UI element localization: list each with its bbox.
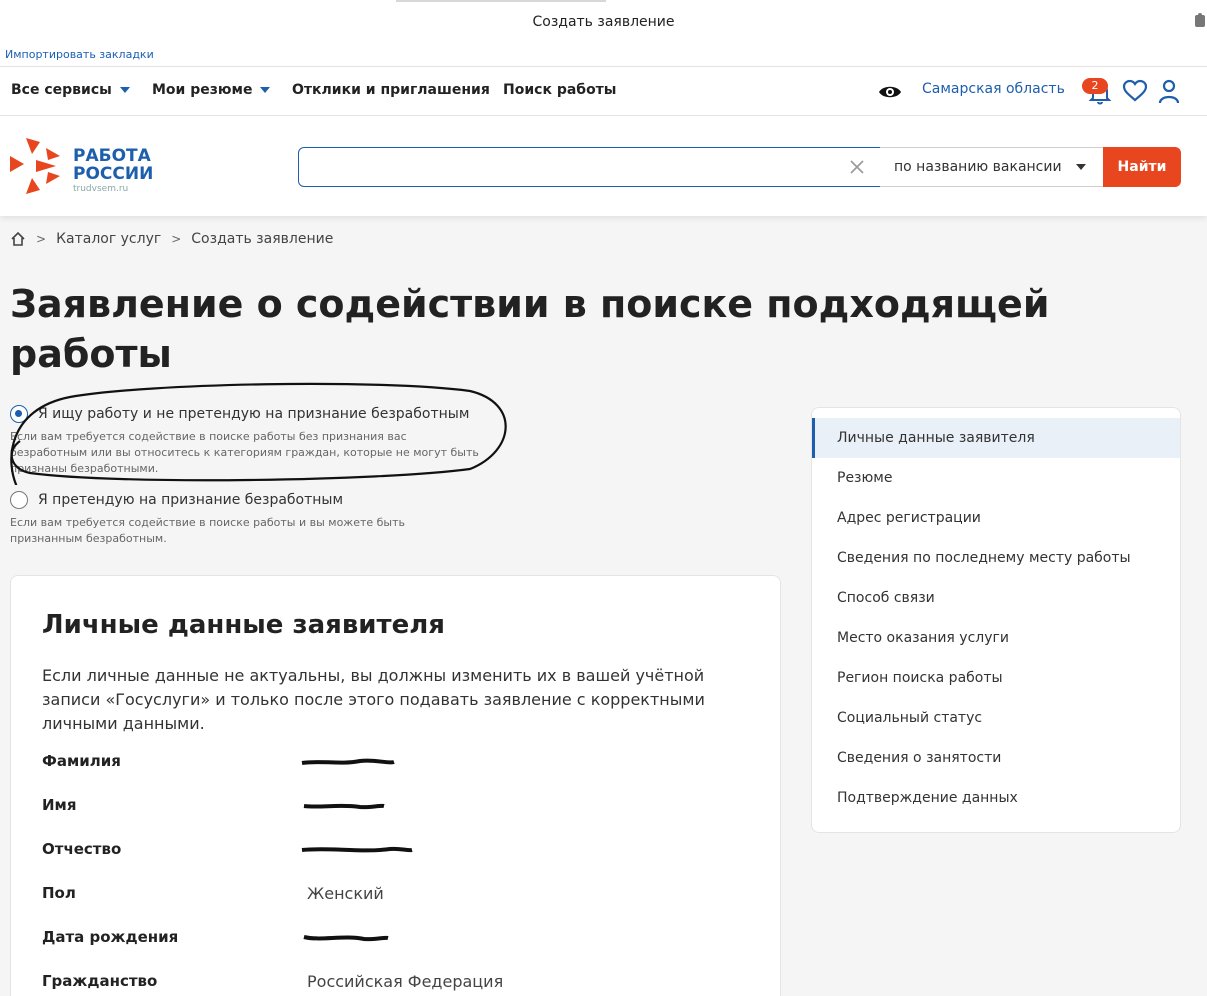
sidenav-item-service-location[interactable]: Место оказания услуги	[812, 618, 1180, 658]
rabota-rossii-logo-icon[interactable]	[10, 138, 64, 194]
breadcrumb-separator: >	[171, 232, 182, 246]
nav-my-resumes-label: Мои резюме	[152, 82, 253, 98]
field-gender: Пол Женский	[42, 884, 742, 908]
field-value: Женский	[307, 884, 384, 903]
page-title: Заявление о содействии в поиске подходящ…	[10, 282, 1050, 376]
chevron-down-icon	[119, 87, 130, 93]
redaction-scribble	[301, 758, 395, 765]
redaction-scribble	[303, 803, 385, 810]
field-citizenship: Гражданство Российская Федерация	[42, 972, 742, 996]
field-name: Имя	[42, 796, 742, 820]
home-icon[interactable]	[10, 231, 26, 247]
field-patronymic: Отчество	[42, 840, 742, 864]
search-type-value: по названию вакансии	[894, 159, 1062, 175]
breadcrumb: > Каталог услуг > Создать заявление	[10, 231, 333, 247]
browser-chrome: Создать заявление Импортировать закладки	[0, 0, 1207, 67]
search-input[interactable]	[309, 156, 829, 178]
notifications-badge: 2	[1082, 78, 1108, 94]
nav-all-services-label: Все сервисы	[11, 82, 112, 98]
option-label: Я ищу работу и не претендую на признание…	[38, 406, 470, 422]
import-bookmarks-link[interactable]: Импортировать закладки	[5, 48, 154, 61]
option-hint: Если вам требуется содействие в поиске р…	[10, 430, 479, 475]
heart-icon[interactable]	[1122, 79, 1148, 103]
option-not-unemployed[interactable]: Я ищу работу и не претендую на признание…	[10, 405, 530, 423]
search-box[interactable]	[298, 147, 882, 187]
redaction-scribble	[303, 935, 389, 942]
field-label: Дата рождения	[42, 928, 179, 946]
section-title: Личные данные заявителя	[42, 610, 445, 640]
eye-icon[interactable]	[878, 83, 902, 101]
field-birth-date: Дата рождения	[42, 928, 742, 952]
nav-job-search[interactable]: Поиск работы	[503, 82, 616, 98]
field-label: Отчество	[42, 840, 122, 858]
personal-data-card: Личные данные заявителя Если личные данн…	[10, 575, 781, 996]
radio-button-checked[interactable]	[10, 405, 28, 423]
chevron-down-icon	[1075, 164, 1086, 170]
field-surname: Фамилия	[42, 752, 742, 776]
nav-all-services[interactable]: Все сервисы	[11, 82, 130, 98]
user-icon[interactable]	[1157, 78, 1181, 104]
region-selector[interactable]: Самарская область	[922, 81, 1065, 97]
sidenav-item-registration-address[interactable]: Адрес регистрации	[812, 498, 1180, 538]
search-type-select[interactable]: по названию вакансии	[880, 147, 1104, 187]
tab-strip	[396, 0, 606, 2]
site-header: РАБОТА РОССИИ trudvsem.ru по названию ва…	[0, 116, 1207, 216]
breadcrumb-current: Создать заявление	[191, 231, 334, 247]
sidenav-item-search-region[interactable]: Регион поиска работы	[812, 658, 1180, 698]
field-label: Гражданство	[42, 972, 158, 990]
breadcrumb-separator: >	[36, 232, 47, 246]
field-label: Имя	[42, 796, 77, 814]
window-title: Создать заявление	[532, 14, 675, 30]
applicant-type-radio-group: Я ищу работу и не претендую на признание…	[10, 405, 530, 547]
sidenav-item-social-status[interactable]: Социальный статус	[812, 698, 1180, 738]
form-section-nav: Личные данные заявителя Резюме Адрес рег…	[811, 407, 1181, 833]
breadcrumb-catalog[interactable]: Каталог услуг	[56, 231, 161, 247]
nav-my-resumes[interactable]: Мои резюме	[152, 82, 271, 98]
chevron-down-icon	[260, 87, 271, 93]
redaction-scribble	[301, 846, 413, 853]
option-hint: Если вам требуется содействие в поиске р…	[10, 516, 406, 545]
option-unemployed[interactable]: Я претендую на признание безработным	[10, 491, 530, 509]
field-label: Пол	[42, 884, 76, 902]
sidenav-item-last-job[interactable]: Сведения по последнему месту работы	[812, 538, 1180, 578]
nav-job-search-label: Поиск работы	[503, 82, 617, 98]
logo-line-1: РАБОТА	[73, 146, 151, 166]
puzzle-icon[interactable]	[1193, 12, 1207, 30]
field-value: Российская Федерация	[307, 972, 504, 991]
logo-line-2: РОССИИ	[73, 164, 154, 184]
clear-icon[interactable]	[847, 157, 867, 177]
sidenav-item-employment-info[interactable]: Сведения о занятости	[812, 738, 1180, 778]
field-label: Фамилия	[42, 752, 121, 770]
nav-responses[interactable]: Отклики и приглашения	[292, 82, 490, 98]
sidenav-item-resume[interactable]: Резюме	[812, 458, 1180, 498]
option-label: Я претендую на признание безработным	[38, 492, 344, 508]
find-button[interactable]: Найти	[1103, 147, 1181, 187]
nav-responses-label: Отклики и приглашения	[292, 82, 490, 98]
sidenav-item-personal-data[interactable]: Личные данные заявителя	[812, 418, 1180, 458]
section-note: Если личные данные не актуальны, вы долж…	[42, 666, 705, 733]
sidenav-item-contact-method[interactable]: Способ связи	[812, 578, 1180, 618]
logo-domain: trudvsem.ru	[73, 184, 129, 194]
radio-button-unchecked[interactable]	[10, 491, 28, 509]
sidenav-item-data-confirmation[interactable]: Подтверждение данных	[812, 778, 1180, 818]
top-nav: Все сервисы Мои резюме Отклики и приглаш…	[0, 67, 1207, 116]
logo-title[interactable]: РАБОТА РОССИИ	[73, 147, 153, 183]
